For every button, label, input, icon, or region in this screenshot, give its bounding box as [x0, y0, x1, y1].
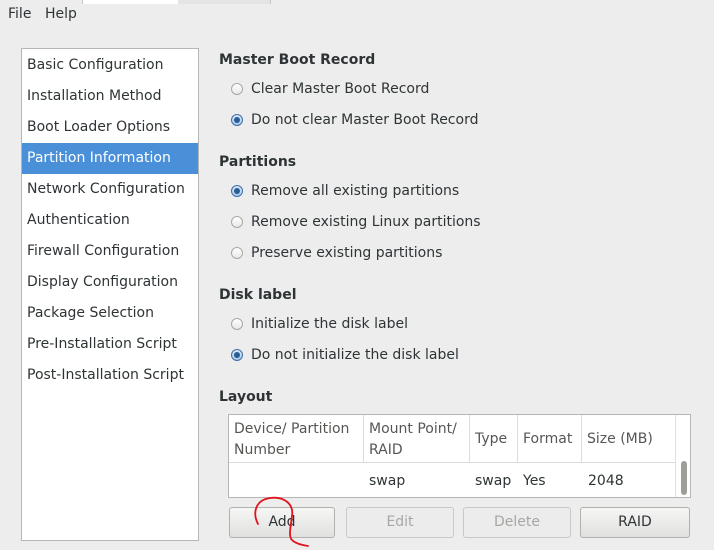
sidebar-item-authentication[interactable]: Authentication [22, 205, 198, 236]
menu-help[interactable]: Help [45, 6, 77, 22]
layout-title: Layout [219, 389, 273, 405]
radio-checked-icon[interactable] [231, 114, 243, 126]
radio-initialize-disk-label[interactable]: Initialize the disk label [231, 314, 408, 334]
radio-label: Do not clear Master Boot Record [251, 112, 479, 128]
cell-type: swap [475, 473, 512, 489]
window-tab-active[interactable] [82, 0, 179, 4]
radio-label: Do not initialize the disk label [251, 347, 459, 363]
scrollbar-thumb[interactable] [681, 461, 687, 495]
partition-table[interactable]: Device/ Partition Number Mount Point/ RA… [228, 414, 691, 498]
sidebar-item-boot-loader-options[interactable]: Boot Loader Options [22, 112, 198, 143]
sidebar-item-package-selection[interactable]: Package Selection [22, 298, 198, 329]
menu-bar: File Help [0, 0, 714, 33]
radio-remove-linux-partitions[interactable]: Remove existing Linux partitions [231, 212, 481, 232]
edit-button[interactable]: Edit [346, 507, 454, 538]
sidebar-item-post-installation-script[interactable]: Post-Installation Script [22, 360, 198, 391]
radio-remove-all-partitions[interactable]: Remove all existing partitions [231, 181, 459, 201]
column-header-size[interactable]: Size (MB) [582, 415, 678, 463]
sidebar-item-partition-information[interactable]: Partition Information [22, 143, 198, 174]
radio-preserve-partitions[interactable]: Preserve existing partitions [231, 243, 442, 263]
radio-icon[interactable] [231, 318, 243, 330]
column-header-type[interactable]: Type [470, 415, 518, 463]
radio-label: Initialize the disk label [251, 316, 408, 332]
column-header-mount-point[interactable]: Mount Point/ RAID [364, 415, 470, 463]
sidebar-item-display-configuration[interactable]: Display Configuration [22, 267, 198, 298]
radio-label: Remove existing Linux partitions [251, 214, 481, 230]
table-scrollbar[interactable] [675, 415, 690, 497]
column-header-device[interactable]: Device/ Partition Number [229, 415, 364, 463]
sidebar-item-network-configuration[interactable]: Network Configuration [22, 174, 198, 205]
sidebar-item-pre-installation-script[interactable]: Pre-Installation Script [22, 329, 198, 360]
menu-file[interactable]: File [8, 6, 31, 22]
radio-label: Preserve existing partitions [251, 245, 443, 261]
radio-icon[interactable] [231, 83, 243, 95]
radio-icon[interactable] [231, 216, 243, 228]
radio-checked-icon[interactable] [231, 185, 243, 197]
radio-checked-icon[interactable] [231, 349, 243, 361]
radio-do-not-clear-mbr[interactable]: Do not clear Master Boot Record [231, 110, 478, 130]
cell-format: Yes [523, 473, 546, 489]
radio-label: Remove all existing partitions [251, 183, 460, 199]
sidebar: Basic Configuration Installation Method … [21, 48, 199, 541]
delete-button[interactable]: Delete [463, 507, 571, 538]
sidebar-item-basic-configuration[interactable]: Basic Configuration [22, 50, 198, 81]
radio-label: Clear Master Boot Record [251, 81, 430, 97]
mbr-title: Master Boot Record [219, 52, 376, 68]
sidebar-item-installation-method[interactable]: Installation Method [22, 81, 198, 112]
sidebar-item-firewall-configuration[interactable]: Firewall Configuration [22, 236, 198, 267]
window-tab[interactable] [178, 0, 271, 4]
add-button[interactable]: Add [229, 507, 335, 538]
column-header-format[interactable]: Format [518, 415, 582, 463]
radio-do-not-initialize-disk-label[interactable]: Do not initialize the disk label [231, 345, 459, 365]
raid-button[interactable]: RAID [580, 507, 690, 538]
cell-mount-point: swap [369, 473, 406, 489]
cell-size: 2048 [588, 473, 624, 489]
radio-clear-mbr[interactable]: Clear Master Boot Record [231, 79, 429, 99]
disk-label-title: Disk label [219, 287, 297, 303]
partitions-title: Partitions [219, 154, 297, 170]
radio-icon[interactable] [231, 247, 243, 259]
